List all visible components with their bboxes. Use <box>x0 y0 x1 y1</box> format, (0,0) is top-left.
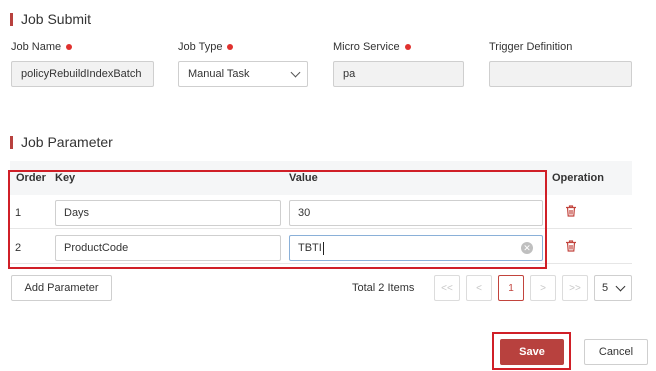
micro-service-label: Micro Service <box>333 41 411 53</box>
micro-service-label-text: Micro Service <box>333 41 400 53</box>
trigger-definition-label: Trigger Definition <box>489 41 572 53</box>
trigger-definition-field[interactable] <box>489 61 632 87</box>
column-header-operation: Operation <box>552 172 604 184</box>
job-name-value: policyRebuildIndexBatch <box>21 68 142 80</box>
trash-icon[interactable] <box>564 204 578 218</box>
micro-service-value: pa <box>343 68 356 80</box>
prev-page-button[interactable]: < <box>466 275 492 301</box>
section-accent-bar <box>10 135 13 149</box>
job-type-value: Manual Task <box>188 68 250 80</box>
job-name-label-text: Job Name <box>11 41 62 53</box>
job-submit-title: Job Submit <box>21 11 92 27</box>
job-name-label: Job Name <box>11 41 73 53</box>
page-1-button[interactable]: 1 <box>498 275 524 301</box>
required-indicator <box>66 44 73 50</box>
section-title-job-submit: Job Submit <box>10 11 91 27</box>
next-page-button[interactable]: > <box>530 275 556 301</box>
chevron-down-icon <box>290 67 301 77</box>
page-size-value: 5 <box>602 282 609 294</box>
job-parameter-title: Job Parameter <box>21 134 113 150</box>
first-page-button[interactable]: << <box>434 275 460 301</box>
required-indicator <box>227 44 234 50</box>
job-type-label: Job Type <box>178 41 234 53</box>
cancel-button[interactable]: Cancel <box>584 339 648 365</box>
table-highlight-box <box>8 170 547 269</box>
trigger-definition-label-text: Trigger Definition <box>489 41 573 53</box>
job-type-label-text: Job Type <box>178 41 223 53</box>
job-type-select[interactable]: Manual Task <box>178 61 308 87</box>
section-accent-bar <box>10 12 13 26</box>
last-page-button[interactable]: >> <box>562 275 588 301</box>
section-title-job-parameter: Job Parameter <box>10 134 113 150</box>
save-button[interactable]: Save <box>500 339 564 365</box>
required-indicator <box>404 44 411 50</box>
total-items-label: Total 2 Items <box>352 282 415 294</box>
page-size-select[interactable]: 5 <box>594 275 632 301</box>
job-name-field[interactable]: policyRebuildIndexBatch <box>11 61 154 87</box>
trash-icon[interactable] <box>564 239 578 253</box>
chevron-down-icon <box>615 281 626 291</box>
add-parameter-button[interactable]: Add Parameter <box>11 275 112 301</box>
micro-service-field[interactable]: pa <box>333 61 464 87</box>
